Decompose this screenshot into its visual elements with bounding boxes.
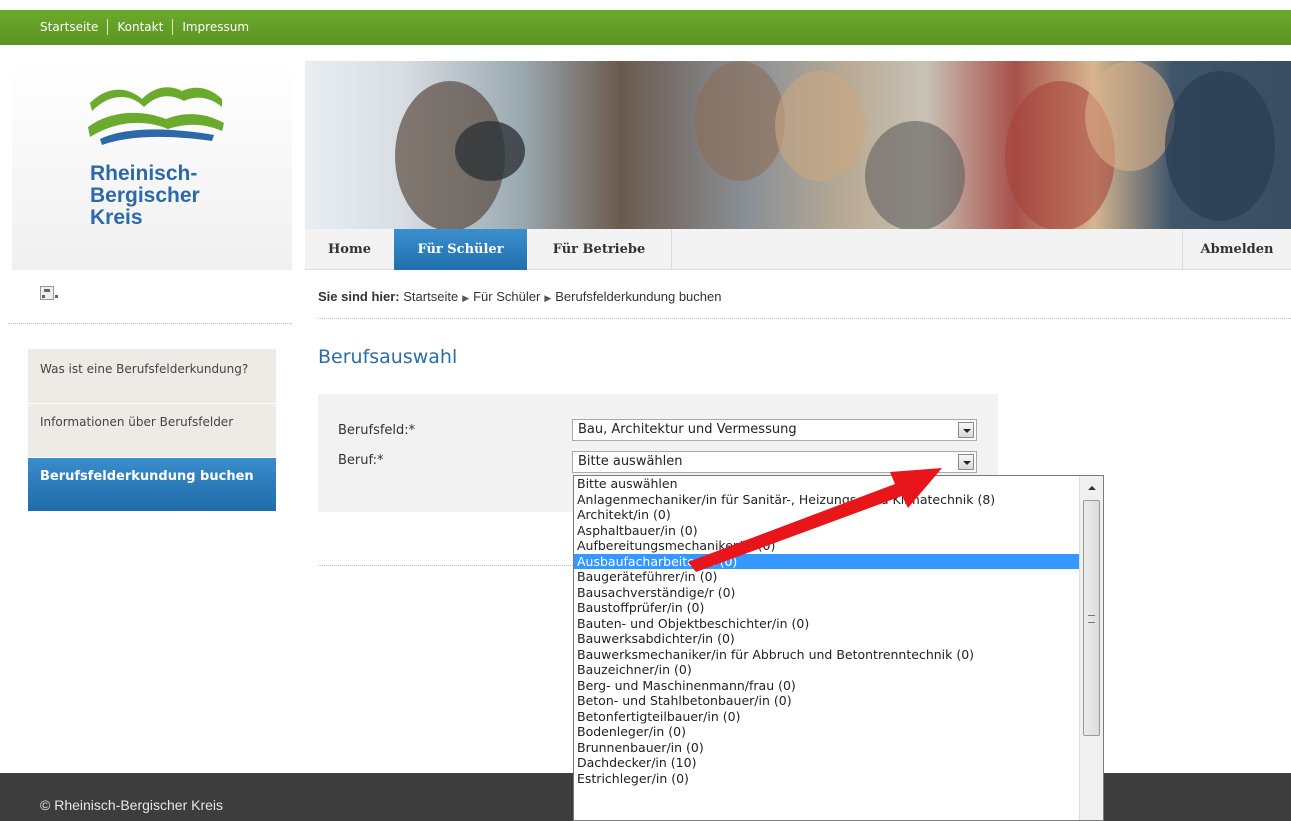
berufsfeld-label: Berufsfeld:* bbox=[338, 423, 416, 438]
logo-line: Kreis bbox=[90, 206, 143, 229]
dropdown-option[interactable]: Berg- und Maschinenmann/frau (0) bbox=[574, 678, 1079, 694]
breadcrumb-chevron-icon: ▶ bbox=[462, 293, 470, 303]
divider bbox=[318, 565, 573, 566]
breadcrumb: Sie sind hier: Startseite ▶ Für Schüler ▶ Be… bbox=[318, 289, 721, 304]
dropdown-option[interactable]: Bausachverständige/r (0) bbox=[574, 585, 1079, 601]
logo-text: Rheinisch- Bergischer Kreis bbox=[90, 163, 200, 229]
topnav-startseite-link[interactable]: Startseite bbox=[40, 20, 98, 34]
berufsfeld-select[interactable]: Bau, Architektur und Vermessung bbox=[572, 419, 977, 441]
nav-logout-link[interactable]: Abmelden bbox=[1183, 229, 1291, 270]
scroll-up-icon[interactable] bbox=[1084, 480, 1100, 496]
topnav-separator bbox=[172, 19, 174, 35]
annotation-arrow-icon bbox=[688, 468, 942, 572]
dropdown-option[interactable]: Estrichleger/in (0) bbox=[574, 771, 1079, 787]
page-title: Berufsauswahl bbox=[318, 346, 458, 368]
dropdown-option[interactable]: Bauten- und Objektbeschichter/in (0) bbox=[574, 616, 1079, 632]
beruf-select-value: Bitte auswählen bbox=[578, 454, 683, 469]
dropdown-option[interactable]: Bauwerksabdichter/in (0) bbox=[574, 631, 1079, 647]
topnav-separator bbox=[107, 19, 109, 35]
dropdown-option[interactable]: Bodenleger/in (0) bbox=[574, 724, 1079, 740]
dropdown-option[interactable]: Brunnenbauer/in (0) bbox=[574, 740, 1079, 756]
breadcrumb-item-startseite[interactable]: Startseite bbox=[403, 289, 458, 304]
breadcrumb-prefix: Sie sind hier: bbox=[318, 289, 400, 304]
chevron-down-icon[interactable] bbox=[958, 454, 974, 470]
site-logo[interactable]: Rheinisch- Bergischer Kreis bbox=[12, 61, 292, 270]
dropdown-option[interactable]: Bauzeichner/in (0) bbox=[574, 662, 1079, 678]
dropdown-option[interactable]: Beton- und Stahlbetonbauer/in (0) bbox=[574, 693, 1079, 709]
main-navigation: Home Für Schüler Für Betriebe Abmelden bbox=[305, 229, 1291, 270]
berufsfeld-select-value: Bau, Architektur und Vermessung bbox=[578, 422, 797, 437]
topnav-kontakt-link[interactable]: Kontakt bbox=[117, 20, 163, 34]
dropdown-option[interactable]: Dachdecker/in (10) bbox=[574, 755, 1079, 771]
divider bbox=[318, 318, 1291, 319]
scroll-thumb[interactable] bbox=[1083, 500, 1100, 736]
divider bbox=[8, 323, 292, 324]
sidebar-item-was-ist[interactable]: Was ist eine Berufsfelderkundung? bbox=[28, 348, 276, 403]
sidebar-navigation: Was ist eine Berufsfelderkundung? Inform… bbox=[28, 348, 276, 511]
nav-separator bbox=[671, 229, 672, 270]
top-bar: Startseite Kontakt Impressum bbox=[0, 0, 1291, 46]
nav-tab-fuer-schueler[interactable]: Für Schüler bbox=[394, 229, 527, 270]
beruf-label: Beruf:* bbox=[338, 453, 384, 468]
sitemap-icon[interactable] bbox=[40, 286, 58, 300]
breadcrumb-item-current: Berufsfelderkundung buchen bbox=[555, 289, 722, 304]
nav-tab-home[interactable]: Home bbox=[305, 229, 394, 270]
logo-line: Rheinisch- bbox=[90, 162, 198, 185]
dropdown-option[interactable]: Betonfertigteilbauer/in (0) bbox=[574, 709, 1079, 725]
logo-waves-icon bbox=[88, 87, 224, 145]
sidebar-item-buchen[interactable]: Berufsfelderkundung buchen bbox=[28, 457, 276, 511]
chevron-down-icon[interactable] bbox=[958, 422, 974, 438]
dropdown-scrollbar[interactable] bbox=[1079, 476, 1103, 820]
sidebar-item-informationen[interactable]: Informationen über Berufsfelder bbox=[28, 403, 276, 457]
topnav-impressum-link[interactable]: Impressum bbox=[182, 20, 249, 34]
breadcrumb-item-fuer-schueler[interactable]: Für Schüler bbox=[473, 289, 540, 304]
footer-copyright: © Rheinisch-Bergischer Kreis bbox=[40, 797, 224, 813]
nav-tab-fuer-betriebe[interactable]: Für Betriebe bbox=[527, 229, 671, 270]
dropdown-option[interactable]: Baustoffprüfer/in (0) bbox=[574, 600, 1079, 616]
breadcrumb-chevron-icon: ▶ bbox=[544, 293, 552, 303]
logo-line: Bergischer bbox=[90, 184, 200, 207]
header-banner-image bbox=[305, 61, 1291, 229]
top-navigation: Startseite Kontakt Impressum bbox=[40, 19, 249, 35]
dropdown-option[interactable]: Bauwerksmechaniker/in für Abbruch und Be… bbox=[574, 647, 1079, 663]
